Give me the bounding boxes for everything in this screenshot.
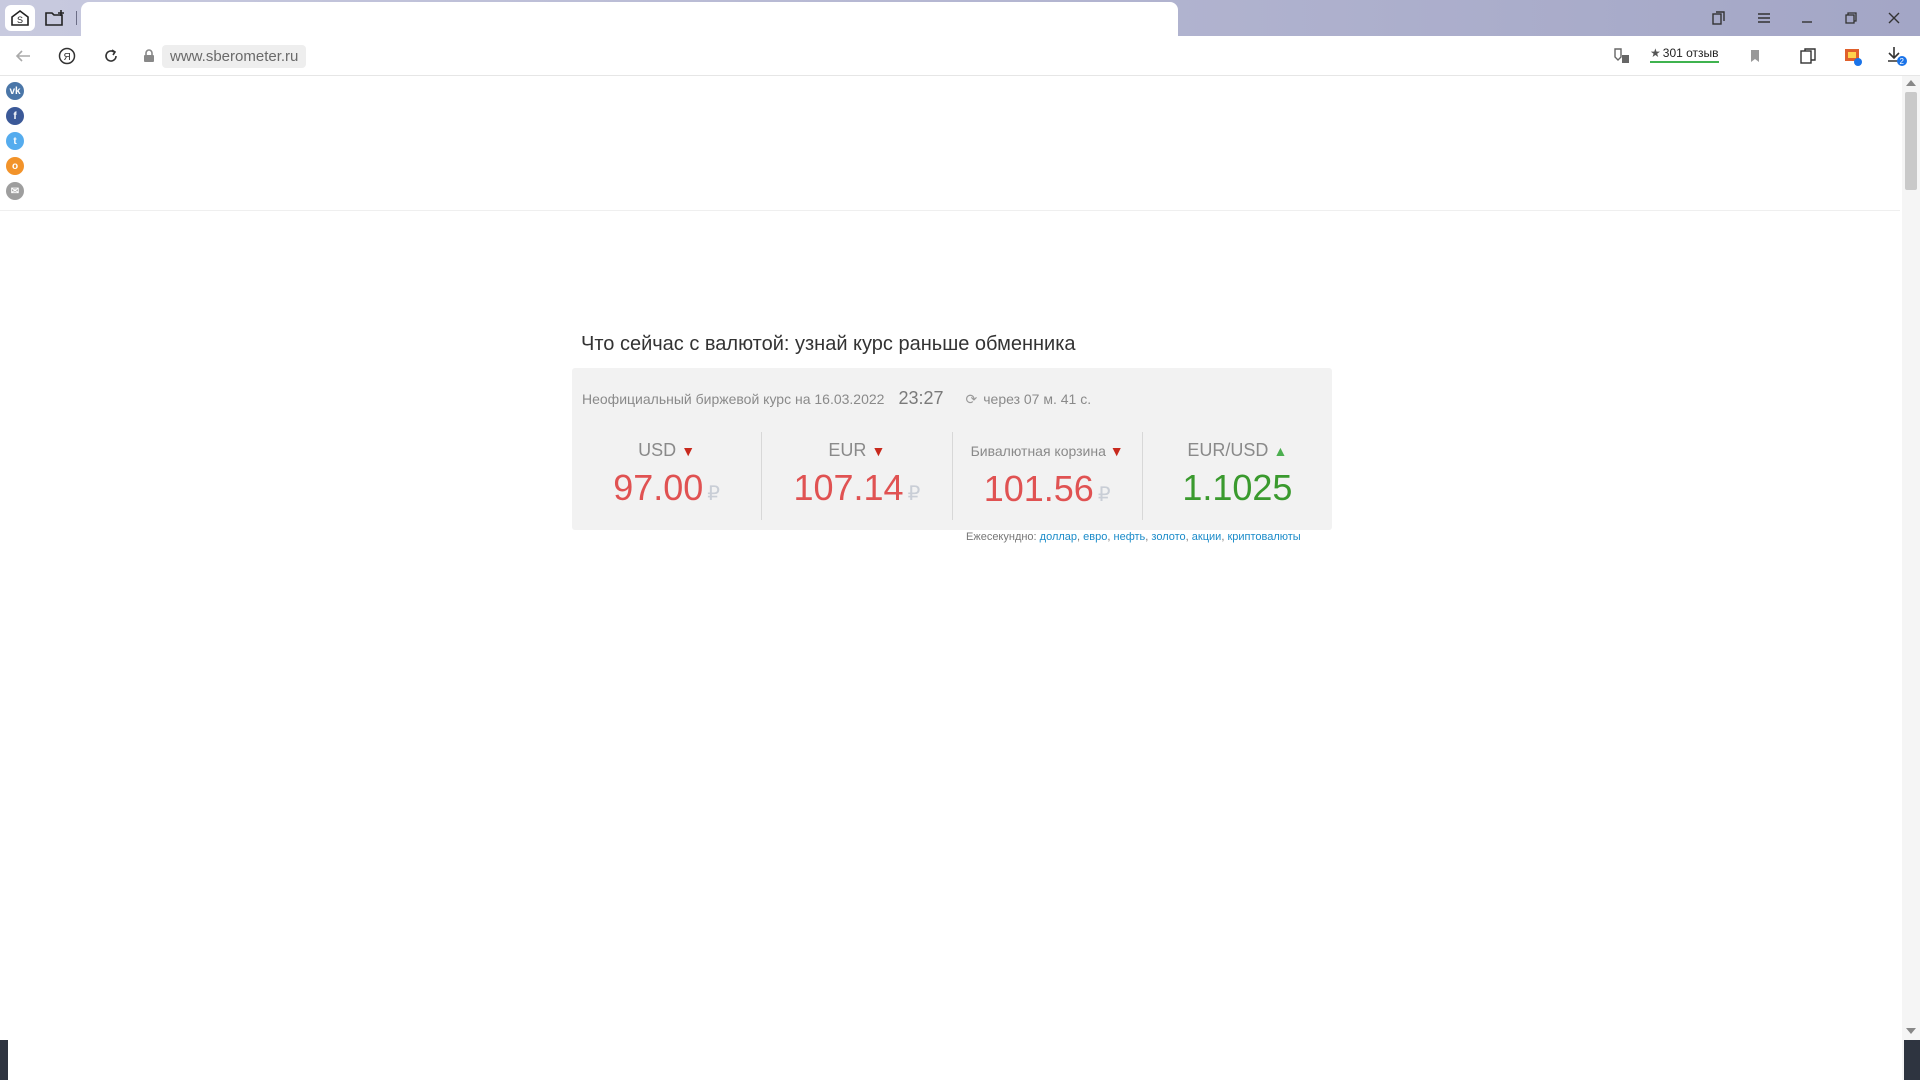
scroll-down-icon[interactable] [1906, 1028, 1916, 1034]
ruble-icon: ₽ [907, 483, 921, 505]
rate-value: 107.14 [793, 467, 904, 508]
trend-down-icon: ▼ [1109, 443, 1124, 459]
link-crypto[interactable]: криптовалюты [1227, 531, 1300, 543]
collections-icon[interactable] [1795, 44, 1821, 68]
widget-heading: Что сейчас с валютой: узнай курс раньше … [581, 333, 1076, 355]
scroll-up-icon[interactable] [1906, 80, 1916, 86]
rate-value: 1.1025 [1182, 467, 1293, 508]
home-tab-icon[interactable]: S [5, 5, 35, 31]
link-euro[interactable]: евро [1083, 531, 1107, 543]
protect-icon[interactable] [1608, 44, 1634, 68]
extension-icon[interactable] [1840, 44, 1866, 68]
ruble-icon: ₽ [1097, 484, 1111, 506]
rate-label: Бивалютная корзина [970, 443, 1106, 459]
odnoklassniki-share-icon[interactable]: o [6, 157, 24, 175]
realtime-links: Ежесекундно: доллар, евро, нефть, золото… [966, 531, 1301, 543]
header-divider [0, 210, 1900, 211]
ruble-icon: ₽ [707, 483, 721, 505]
url-text[interactable]: www.sberometer.ru [162, 44, 307, 68]
taskbar-edge-left [0, 1040, 8, 1080]
rate-subtitle: Неофициальный биржевой курс на 16.03.202… [582, 391, 885, 407]
restore-icon[interactable] [1838, 6, 1864, 30]
browser-toolbar: Я www.sberometer.ru ★ 301 отзыв 2 [0, 36, 1920, 76]
rate-label: USD [638, 440, 677, 460]
lock-icon [140, 44, 158, 68]
trend-down-icon: ▼ [681, 443, 696, 459]
svg-text:Я: Я [64, 52, 71, 63]
rate-eur[interactable]: EUR ▼ 107.14 ₽ [761, 432, 951, 520]
star-icon: ★ [1650, 46, 1661, 60]
reviews-link[interactable]: ★ 301 отзыв [1650, 46, 1719, 63]
rate-usd[interactable]: USD ▼ 97.00 ₽ [572, 432, 761, 520]
bookmark-icon[interactable] [1742, 44, 1768, 68]
address-bar[interactable]: www.sberometer.ru [140, 44, 307, 68]
trend-down-icon: ▼ [871, 443, 886, 459]
link-dollar[interactable]: доллар [1040, 531, 1077, 543]
close-icon[interactable] [1881, 6, 1907, 30]
new-tab-icon[interactable] [40, 5, 70, 31]
twitter-share-icon[interactable]: t [6, 132, 24, 150]
scrollbar[interactable] [1902, 76, 1920, 1080]
rate-value: 97.00 [613, 467, 704, 508]
link-oil[interactable]: нефть [1114, 531, 1146, 543]
rates-panel: Неофициальный биржевой курс на 16.03.202… [572, 368, 1332, 530]
tab-strip: S [0, 0, 1920, 36]
link-gold[interactable]: золото [1151, 531, 1185, 543]
rate-label: EUR/USD [1187, 440, 1269, 460]
vk-share-icon[interactable]: vk [6, 82, 24, 100]
rate-label: EUR [828, 440, 867, 460]
reviews-label: 301 отзыв [1662, 46, 1719, 60]
minimize-icon[interactable] [1794, 6, 1820, 30]
rate-time: 23:27 [898, 388, 944, 408]
email-share-icon[interactable]: ✉ [6, 182, 24, 200]
countdown: через 07 м. 41 с. [983, 391, 1092, 407]
taskbar-edge-right [1904, 1040, 1920, 1080]
download-icon[interactable]: 2 [1884, 44, 1910, 68]
links-prefix: Ежесекундно: [966, 531, 1037, 543]
tab-separator [76, 11, 77, 25]
rates-row: USD ▼ 97.00 ₽ EUR ▼ 107.14 ₽ Бивалютная ко… [572, 432, 1332, 520]
back-icon[interactable] [10, 44, 36, 68]
rate-value: 101.56 [983, 468, 1094, 509]
active-tab[interactable] [81, 2, 1178, 36]
trend-up-icon: ▲ [1273, 443, 1288, 459]
refresh-icon[interactable]: ⟳ [966, 391, 978, 408]
svg-text:2: 2 [1900, 57, 1905, 66]
rate-eurusd[interactable]: EUR/USD ▲ 1.1025 [1141, 432, 1332, 520]
yandex-icon[interactable]: Я [54, 44, 80, 68]
svg-text:S: S [17, 15, 23, 25]
link-stocks[interactable]: акции [1192, 531, 1222, 543]
reload-icon[interactable] [98, 44, 124, 68]
tabs-icon[interactable] [1706, 6, 1732, 30]
menu-icon[interactable] [1751, 6, 1777, 30]
share-buttons: vk f t o ✉ [6, 82, 24, 207]
panel-header: Неофициальный биржевой курс на 16.03.202… [582, 388, 1091, 409]
scroll-thumb[interactable] [1905, 92, 1917, 190]
rate-basket[interactable]: Бивалютная корзина ▼ 101.56 ₽ [951, 432, 1142, 520]
facebook-share-icon[interactable]: f [6, 107, 24, 125]
